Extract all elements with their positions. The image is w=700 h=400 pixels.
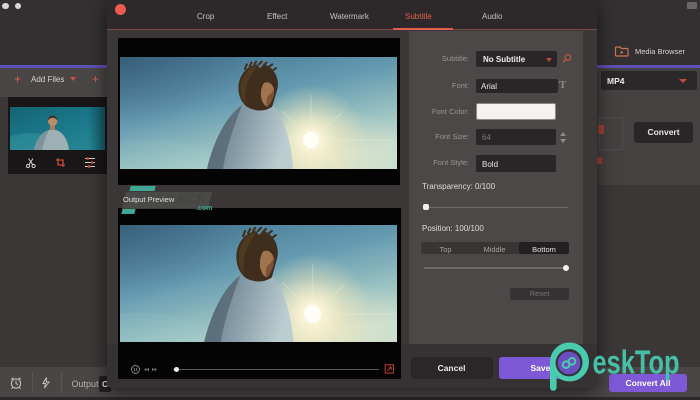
svg-text:eskTop: eskTop [593, 344, 680, 381]
